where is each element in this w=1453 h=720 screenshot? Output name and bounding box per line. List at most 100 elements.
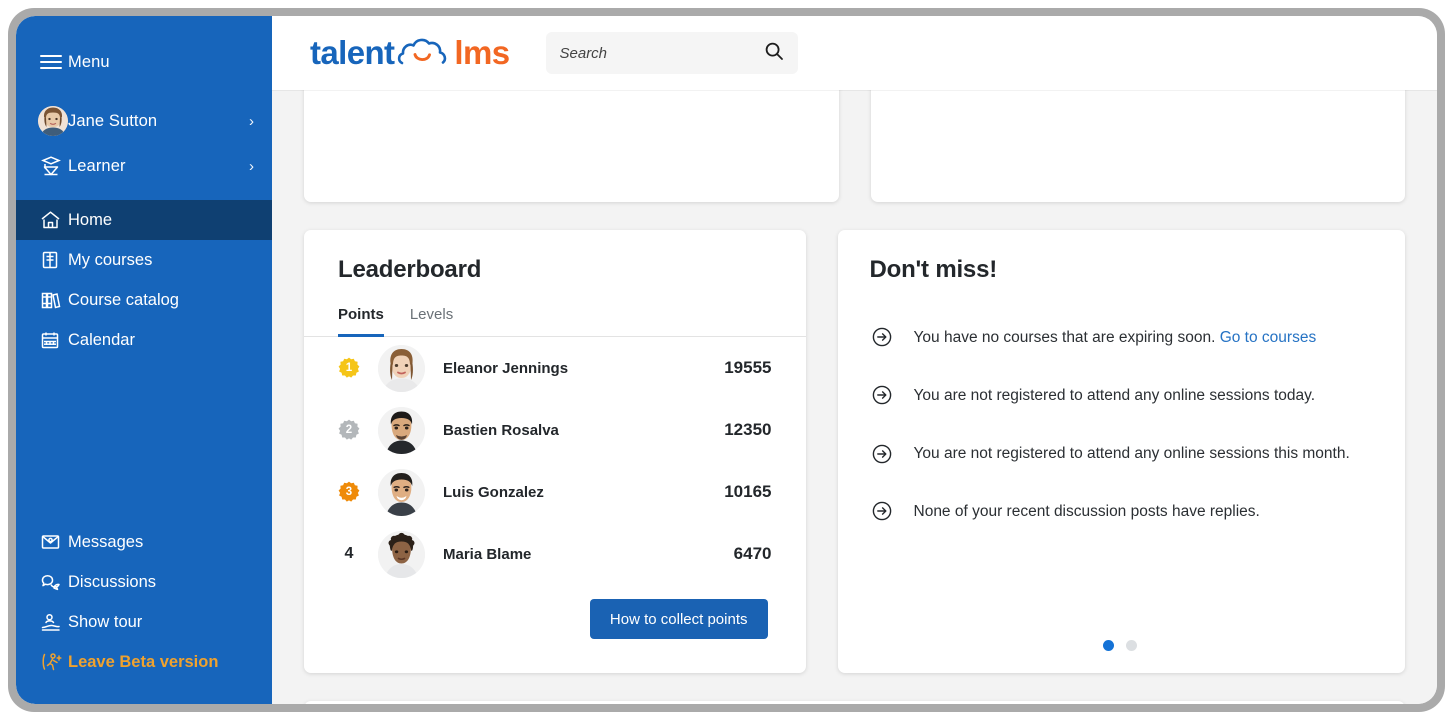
dont-miss-title: Don't miss! xyxy=(870,256,1372,284)
rank-badge: 3 xyxy=(332,481,366,503)
hamburger-icon xyxy=(40,54,68,70)
sidebar-primary-nav: Home My courses xyxy=(16,200,272,360)
app-screen: Menu Jane Su xyxy=(16,16,1437,704)
list-item: You have no courses that are expiring so… xyxy=(870,326,1372,350)
sidebar-item-home[interactable]: Home xyxy=(16,200,272,240)
graduation-cap-icon xyxy=(40,155,68,177)
sidebar-item-course-catalog[interactable]: Course catalog xyxy=(16,280,272,320)
leaderboard-name: Bastien Rosalva xyxy=(443,422,724,439)
sidebar-item-label: Course catalog xyxy=(68,291,179,310)
app-logo[interactable]: talent lms xyxy=(310,34,510,72)
arrow-circle-right-icon xyxy=(870,384,894,408)
rank-badge: 4 xyxy=(332,545,366,563)
role-label: Learner xyxy=(68,157,249,176)
leaderboard-points: 12350 xyxy=(724,420,771,440)
menu-toggle[interactable]: Menu xyxy=(16,42,272,82)
arrow-circle-right-icon xyxy=(870,326,894,350)
calendar-icon xyxy=(40,330,68,350)
dont-miss-card: Don't miss! You have no courses that ar xyxy=(838,230,1406,673)
menu-label: Menu xyxy=(68,53,254,72)
go-to-courses-link[interactable]: Go to courses xyxy=(1220,329,1317,346)
sidebar-item-discussions[interactable]: Discussions xyxy=(16,562,272,602)
sidebar-secondary-nav: Messages Discussions xyxy=(16,522,272,682)
top-header: talent lms xyxy=(272,16,1437,90)
carousel-dot-2[interactable] xyxy=(1126,640,1137,651)
tab-levels[interactable]: Levels xyxy=(410,306,453,337)
dont-miss-text: You are not registered to attend any onl… xyxy=(914,442,1350,466)
sidebar-item-label: Show tour xyxy=(68,613,142,632)
rank-number: 2 xyxy=(346,424,352,436)
tour-icon xyxy=(40,613,68,632)
logo-text-lms: lms xyxy=(454,34,509,72)
leaderboard-points: 6470 xyxy=(734,544,772,564)
tab-points[interactable]: Points xyxy=(338,306,384,337)
sidebar-item-calendar[interactable]: Calendar xyxy=(16,320,272,360)
sidebar-item-label: Discussions xyxy=(68,573,156,592)
logo-text-talent: talent xyxy=(310,34,394,72)
sidebar-item-role[interactable]: Learner › xyxy=(16,144,272,188)
leaderboard-card: Leaderboard Points Levels xyxy=(304,230,806,673)
avatar xyxy=(40,106,68,136)
book-icon xyxy=(40,250,68,270)
sidebar-item-messages[interactable]: Messages xyxy=(16,522,272,562)
leaderboard-list: 1 xyxy=(304,337,806,585)
list-item: You are not registered to attend any onl… xyxy=(870,442,1372,466)
rank-badge: 2 xyxy=(332,419,366,441)
dont-miss-text: You have no courses that are expiring so… xyxy=(914,329,1216,346)
leaderboard-name: Luis Gonzalez xyxy=(443,484,724,501)
leaderboard-points: 19555 xyxy=(724,358,771,378)
library-icon xyxy=(40,290,68,310)
avatar xyxy=(378,531,425,578)
exit-icon xyxy=(40,652,68,672)
dashboard-content: Leaderboard Points Levels xyxy=(272,90,1437,704)
rank-badge-gold: 1 xyxy=(338,357,360,379)
table-row[interactable]: 4 xyxy=(304,523,806,585)
carousel-pagination xyxy=(870,640,1372,673)
carousel-dot-1[interactable] xyxy=(1103,640,1114,651)
leaderboard-title: Leaderboard xyxy=(304,230,806,284)
search-icon[interactable] xyxy=(764,41,784,66)
home-icon xyxy=(40,210,68,230)
envelope-icon xyxy=(40,533,68,551)
main-area: talent lms xyxy=(272,16,1437,704)
avatar xyxy=(378,469,425,516)
sidebar-item-my-courses[interactable]: My courses xyxy=(16,240,272,280)
leaderboard-name: Eleanor Jennings xyxy=(443,360,724,377)
rank-number: 1 xyxy=(346,362,352,374)
rank-badge: 1 xyxy=(332,357,366,379)
dont-miss-text-wrap: You have no courses that are expiring so… xyxy=(914,326,1317,350)
list-item: You are not registered to attend any onl… xyxy=(870,384,1372,408)
search-input[interactable] xyxy=(560,45,764,62)
cloud-smile-icon xyxy=(394,35,454,71)
device-frame: Menu Jane Su xyxy=(8,8,1445,712)
sidebar-item-show-tour[interactable]: Show tour xyxy=(16,602,272,642)
rank-number: 3 xyxy=(346,486,352,498)
list-item: None of your recent discussion posts hav… xyxy=(870,500,1372,524)
sidebar-item-label: Calendar xyxy=(68,331,135,350)
dont-miss-text: You are not registered to attend any onl… xyxy=(914,384,1316,408)
sidebar-item-label: My courses xyxy=(68,251,152,270)
sidebar-item-user[interactable]: Jane Sutton › xyxy=(16,98,272,144)
table-row[interactable]: 3 xyxy=(304,461,806,523)
leaderboard-points: 10165 xyxy=(724,482,771,502)
chevron-right-icon: › xyxy=(249,113,254,130)
leaderboard-name: Maria Blame xyxy=(443,546,734,563)
card-placeholder-bottom xyxy=(304,701,1405,704)
how-to-collect-points-button[interactable]: How to collect points xyxy=(590,599,768,639)
search-box[interactable] xyxy=(546,32,798,74)
user-avatar-image xyxy=(38,106,68,136)
rank-badge-silver: 2 xyxy=(338,419,360,441)
sidebar: Menu Jane Su xyxy=(16,16,272,704)
rank-badge-bronze: 3 xyxy=(338,481,360,503)
avatar xyxy=(378,345,425,392)
sidebar-item-label: Leave Beta version xyxy=(68,653,218,672)
user-name: Jane Sutton xyxy=(68,112,249,131)
arrow-circle-right-icon xyxy=(870,500,894,524)
leaderboard-tabs: Points Levels xyxy=(304,306,806,337)
table-row[interactable]: 1 xyxy=(304,337,806,399)
table-row[interactable]: 2 xyxy=(304,399,806,461)
sidebar-item-leave-beta[interactable]: Leave Beta version xyxy=(16,642,272,682)
dont-miss-text: None of your recent discussion posts hav… xyxy=(914,500,1260,524)
arrow-circle-right-icon xyxy=(870,442,894,466)
sidebar-item-label: Messages xyxy=(68,533,143,552)
